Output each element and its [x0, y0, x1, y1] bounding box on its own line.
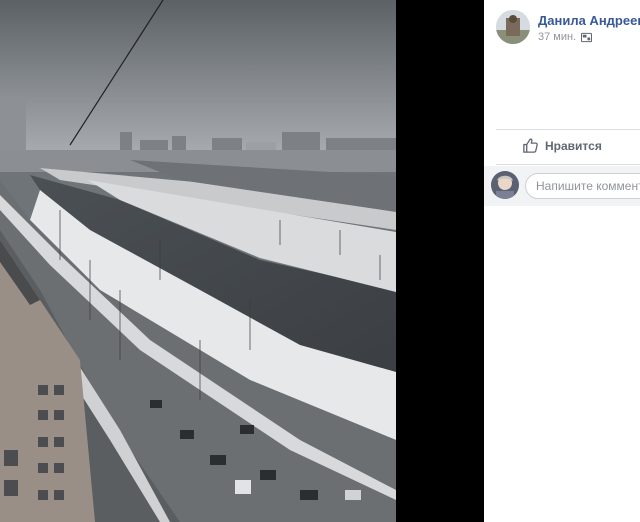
like-label: Нравится: [545, 138, 602, 153]
post-timestamp[interactable]: 37 мин.: [538, 31, 576, 43]
viewer-avatar[interactable]: [491, 171, 519, 199]
thumbs-up-icon: [523, 138, 538, 153]
post-photo[interactable]: [0, 0, 396, 522]
like-button[interactable]: Нравится: [522, 137, 602, 154]
post-meta: 37 мин.: [538, 31, 593, 43]
author-avatar[interactable]: [496, 10, 530, 44]
post-header: Данила Андреев 37 мин.: [496, 10, 640, 50]
author-name[interactable]: Данила Андреев: [538, 13, 640, 28]
city-river-photo: [0, 0, 396, 522]
divider: [496, 129, 640, 130]
post-side-panel: Данила Андреев 37 мин. Нравится: [484, 0, 640, 522]
comment-composer: [484, 166, 640, 206]
photo-album-icon: [581, 32, 593, 42]
divider: [496, 164, 640, 165]
photo-viewer-gutter: [396, 0, 484, 522]
comment-input[interactable]: [525, 173, 640, 199]
